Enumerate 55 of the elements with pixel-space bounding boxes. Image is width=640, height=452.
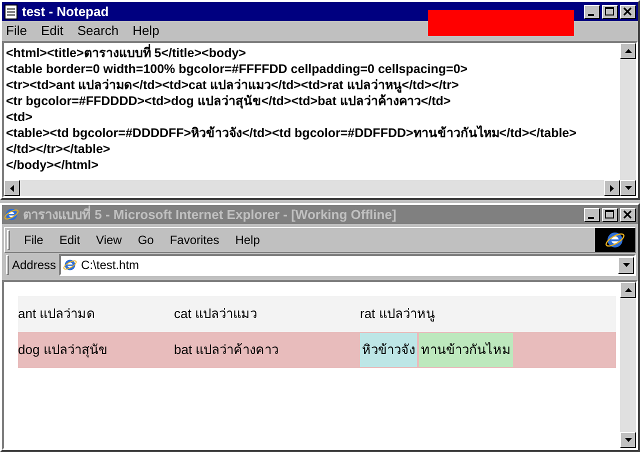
table-cell-text: cat แปลว่าแมว	[174, 305, 258, 324]
up-arrow-icon	[624, 288, 632, 292]
code-line: <table border=0 width=100% bgcolor=#FFFFDD cellpadding=0 cellspacing=0>	[6, 61, 468, 77]
menu-item[interactable]: Help	[132, 21, 160, 41]
right-arrow-icon	[610, 184, 614, 192]
minimize-icon	[588, 216, 594, 218]
window-title: test - Notepad	[22, 2, 109, 21]
maximize-button[interactable]	[602, 208, 618, 222]
maximize-icon	[605, 210, 615, 219]
address-label: Address	[12, 257, 56, 274]
minimize-button[interactable]	[584, 208, 600, 222]
code-line: </td></tr></table>	[6, 141, 110, 157]
browser-e-icon	[605, 230, 625, 250]
table-cell-text: ant แปลว่ามด	[18, 305, 96, 324]
close-button[interactable]	[620, 4, 636, 18]
code-line: <tr bgcolor=#FFDDDD><td>dog แปลว่าสุนัข</td><td>bat แปลว่าค้างคาว</td>	[6, 93, 451, 109]
close-icon	[623, 7, 633, 16]
menu-item[interactable]: View	[96, 231, 122, 249]
table-cell-text: rat แปลว่าหนู	[360, 305, 435, 324]
close-button[interactable]	[620, 208, 636, 222]
table-cell: ทานข้าวกันไหม	[419, 333, 513, 367]
table-cell-text: dog แปลว่าสุนัข	[18, 341, 108, 360]
browser-e-icon	[63, 258, 78, 272]
code-line: <td>	[6, 109, 32, 125]
menu-item[interactable]: Edit	[40, 21, 64, 41]
horizontal-scrollbar[interactable]	[4, 180, 620, 196]
down-arrow-icon	[624, 186, 632, 190]
browser-e-icon	[4, 207, 19, 222]
vertical-scrollbar[interactable]	[620, 282, 636, 448]
menu-item[interactable]: Help	[235, 231, 260, 249]
close-icon	[623, 210, 633, 219]
vertical-scrollbar[interactable]	[620, 43, 636, 196]
menu-item[interactable]: File	[24, 231, 44, 249]
maximize-icon	[605, 7, 615, 16]
notepad-icon	[4, 4, 18, 20]
maximize-button[interactable]	[602, 4, 618, 18]
down-arrow-icon	[624, 438, 632, 442]
menu-item[interactable]: Edit	[59, 231, 80, 249]
left-arrow-icon	[10, 184, 14, 192]
code-line: <table><td bgcolor=#DDDDFF>หิวข้าวจัง</td><td bgcolor=#DDFFDD>ทานข้าวกันไหม</td></table>	[6, 125, 576, 141]
menu-item[interactable]: Go	[138, 231, 154, 249]
menu-item[interactable]: Search	[77, 21, 119, 41]
table-cell-text: bat แปลว่าค้างคาว	[174, 341, 280, 360]
code-line: <html><title>ตารางแบบที่ 5</title><body>	[6, 45, 246, 61]
code-line: <tr><td>ant แปลว่ามด</td><td>cat แปลว่าแมว</td><td>rat แปลว่าหนู</td></tr>	[6, 77, 459, 93]
up-arrow-icon	[624, 49, 632, 53]
code-line: </body></html>	[6, 157, 98, 173]
window-title: ตารางแบบที่ 5 - Microsoft Internet Explorer - [Working Offline]	[23, 204, 396, 224]
table-cell: หิวข้าวจัง	[360, 333, 417, 367]
menu-item[interactable]: Favorites	[170, 231, 220, 249]
minimize-icon	[588, 14, 594, 16]
minimize-button[interactable]	[584, 4, 600, 18]
menu-item[interactable]: File	[6, 21, 27, 41]
address-field[interactable]: C:\test.htm	[59, 254, 636, 276]
dropdown-arrow-icon	[622, 263, 630, 267]
